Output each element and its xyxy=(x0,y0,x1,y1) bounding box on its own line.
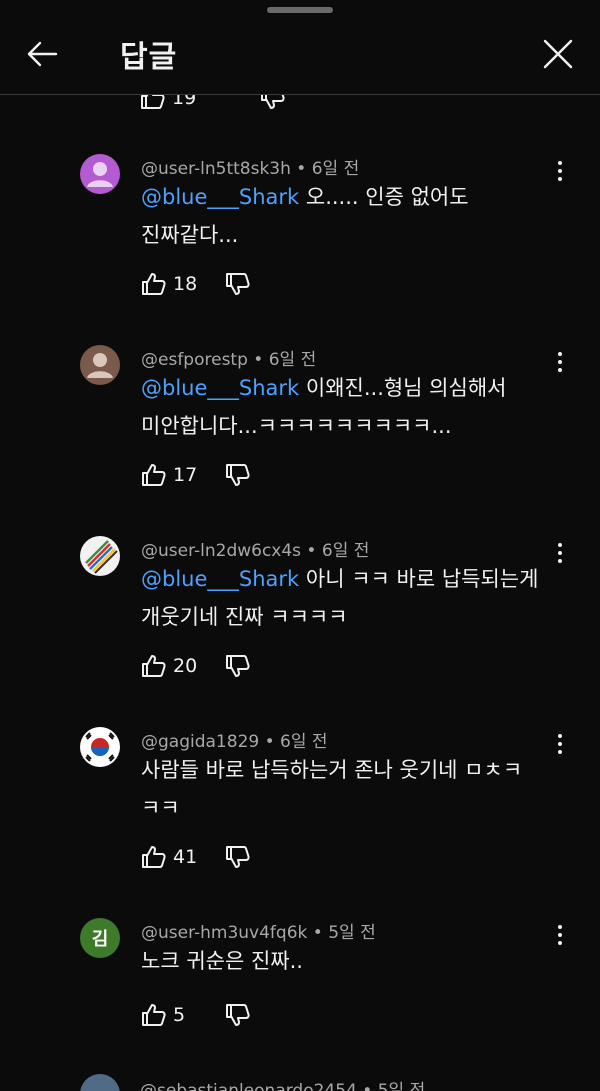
more-options-button[interactable] xyxy=(550,920,570,950)
comment-actions: 18 xyxy=(141,272,251,296)
comment-meta: @user-ln2dw6cx4s • 6일 전 xyxy=(141,541,370,561)
like-count: 18 xyxy=(173,273,198,295)
dislike-button[interactable] xyxy=(225,463,251,487)
avatar[interactable] xyxy=(80,345,120,385)
close-icon xyxy=(543,39,573,69)
avatar-letter: 김 xyxy=(91,929,109,950)
comment-text: @blue___Shark 아니 ㅋㅋ 바로 납득되는게 개웃기네 진짜 ㅋㅋㅋ… xyxy=(141,567,539,629)
comment-meta: @sebastianleonardo2454 • 5일 전 xyxy=(140,1076,425,1091)
dislike-button[interactable] xyxy=(225,845,251,869)
comment-time: 5일 전 xyxy=(328,923,376,943)
comment-meta: @user-ln5tt8sk3h • 6일 전 xyxy=(141,159,360,179)
pencils-avatar-icon xyxy=(85,540,118,574)
comment-meta: @esfporestp • 6일 전 xyxy=(141,350,317,370)
more-options-button[interactable] xyxy=(550,347,570,377)
comment-time: 6일 전 xyxy=(280,732,328,752)
thumbs-up-icon xyxy=(142,846,166,868)
like-button[interactable]: 5 xyxy=(141,1003,213,1027)
comment-time: 6일 전 xyxy=(311,159,360,179)
back-button[interactable] xyxy=(22,34,62,74)
drag-handle[interactable] xyxy=(267,7,333,13)
comment-actions: 41 xyxy=(141,845,251,869)
avatar[interactable] xyxy=(80,154,120,194)
thumbs-up-icon xyxy=(142,655,166,677)
default-user-icon xyxy=(87,162,113,187)
like-count: 5 xyxy=(173,1004,186,1026)
avatar[interactable] xyxy=(80,727,120,767)
comment-actions: 5 xyxy=(141,1003,251,1027)
thumbs-up-icon xyxy=(142,1004,166,1026)
comment-text: @blue___Shark 오..... 인증 없어도 진짜같다... xyxy=(141,185,469,247)
comment-meta: @gagida1829 • 6일 전 xyxy=(141,732,328,752)
thumbs-down-icon xyxy=(226,655,250,677)
dislike-button[interactable] xyxy=(225,1003,251,1027)
close-button[interactable] xyxy=(538,34,578,74)
replies-header: 답글 xyxy=(0,20,600,95)
dislike-button[interactable] xyxy=(225,654,251,678)
default-user-icon xyxy=(87,353,113,378)
more-options-button[interactable] xyxy=(550,538,570,568)
thumbs-up-icon xyxy=(142,273,166,295)
thumbs-down-icon xyxy=(226,846,250,868)
comment-author[interactable]: @user-hm3uv4fq6k xyxy=(141,923,307,943)
flag-avatar-icon xyxy=(85,732,115,762)
comment-time: 6일 전 xyxy=(321,541,370,561)
comment-text: 사람들 바로 납득하는거 존나 웃기네 ㅁㅊㅋ ㅋㅋ xyxy=(141,758,523,820)
avatar[interactable] xyxy=(80,536,120,576)
comment-text: 노크 귀순은 진짜.. xyxy=(141,949,303,973)
thumbs-down-icon xyxy=(226,273,250,295)
like-count: 17 xyxy=(173,464,198,486)
comment-actions: 17 xyxy=(141,463,251,487)
thumbs-down-icon xyxy=(226,1004,250,1026)
replies-sheet: 답글 19 @user-ln5tt8sk3h • 6일 전 @blue___Sh… xyxy=(0,0,600,1091)
comment-author[interactable]: @sebastianleonardo2454 xyxy=(140,1081,357,1091)
dislike-button[interactable] xyxy=(225,272,251,296)
comment-item: @user-ln5tt8sk3h • 6일 전 @blue___Shark 오.… xyxy=(0,154,600,314)
comment-time: 5일 전 xyxy=(377,1081,426,1091)
comment-item: @esfporestp • 6일 전 @blue___Shark 이왜진...형… xyxy=(0,345,600,505)
like-button[interactable]: 17 xyxy=(141,463,213,487)
comment-item: 김 @user-hm3uv4fq6k • 5일 전 노크 귀순은 진짜.. 5 xyxy=(0,918,600,1038)
like-button[interactable]: 41 xyxy=(141,845,213,869)
comment-item: @user-ln2dw6cx4s • 6일 전 @blue___Shark 아니… xyxy=(0,536,600,696)
mention-link[interactable]: @blue___Shark xyxy=(141,376,299,400)
more-options-button[interactable] xyxy=(550,156,570,186)
more-options-button[interactable] xyxy=(550,729,570,759)
comment-author[interactable]: @user-ln5tt8sk3h xyxy=(141,159,291,179)
like-button[interactable]: 18 xyxy=(141,272,213,296)
comment-author[interactable]: @esfporestp xyxy=(141,350,248,370)
comment-meta: @user-hm3uv4fq6k • 5일 전 xyxy=(141,923,376,943)
comment-text: @blue___Shark 이왜진...형님 의심해서 미안합니다...ㅋㅋㅋㅋ… xyxy=(141,376,507,438)
comment-actions: 20 xyxy=(141,654,251,678)
like-count: 41 xyxy=(173,846,198,868)
avatar[interactable] xyxy=(80,1074,120,1091)
comment-author[interactable]: @gagida1829 xyxy=(141,732,259,752)
comment-time: 6일 전 xyxy=(268,350,317,370)
like-count: 20 xyxy=(173,655,198,677)
page-title: 답글 xyxy=(120,40,178,75)
avatar[interactable]: 김 xyxy=(80,918,120,958)
like-button[interactable]: 20 xyxy=(141,654,213,678)
mention-link[interactable]: @blue___Shark xyxy=(141,185,299,209)
comment-author[interactable]: @user-ln2dw6cx4s xyxy=(141,541,301,561)
comment-item-partial: @sebastianleonardo2454 • 5일 전 xyxy=(80,1074,425,1091)
thumbs-down-icon xyxy=(226,464,250,486)
mention-link[interactable]: @blue___Shark xyxy=(141,567,299,591)
thumbs-up-icon xyxy=(142,464,166,486)
arrow-left-icon xyxy=(27,41,58,67)
comment-item: @gagida1829 • 6일 전 사람들 바로 납득하는거 존나 웃기네 ㅁ… xyxy=(0,727,600,887)
